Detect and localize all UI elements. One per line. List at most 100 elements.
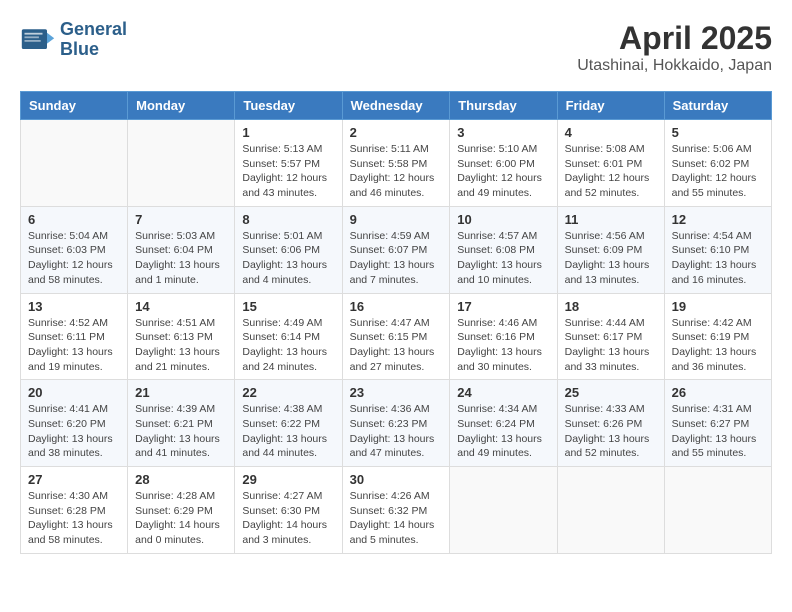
calendar-cell: 8 Sunrise: 5:01 AM Sunset: 6:06 PM Daylig… [235, 206, 342, 293]
calendar-cell: 26 Sunrise: 4:31 AM Sunset: 6:27 PM Dayli… [664, 380, 771, 467]
calendar-table: SundayMondayTuesdayWednesdayThursdayFrid… [20, 91, 772, 554]
day-number: 25 [565, 385, 657, 400]
day-info: Sunrise: 4:42 AM Sunset: 6:19 PM Dayligh… [672, 316, 764, 375]
calendar-week-5: 27 Sunrise: 4:30 AM Sunset: 6:28 PM Dayli… [21, 467, 772, 554]
calendar-cell: 23Sunrise: 4:36 AM Sunset: 6:23 PM Dayli… [342, 380, 450, 467]
day-number: 6 [28, 212, 120, 227]
day-number: 19 [672, 299, 764, 314]
calendar-cell: 3 Sunrise: 5:10 AM Sunset: 6:00 PM Daylig… [450, 120, 557, 207]
calendar-cell: 24 Sunrise: 4:34 AM Sunset: 6:24 PM Dayli… [450, 380, 557, 467]
day-number: 21 [135, 385, 227, 400]
day-number: 22 [242, 385, 334, 400]
calendar-cell [21, 120, 128, 207]
calendar-cell [557, 467, 664, 554]
day-number: 20 [28, 385, 120, 400]
day-info: Sunrise: 4:41 AM Sunset: 6:20 PM Dayligh… [28, 402, 120, 461]
logo-icon [20, 22, 56, 58]
day-info: Sunrise: 4:30 AM Sunset: 6:28 PM Dayligh… [28, 489, 120, 548]
day-info: Sunrise: 4:39 AM Sunset: 6:21 PM Dayligh… [135, 402, 227, 461]
day-number: 8 [242, 212, 334, 227]
day-number: 14 [135, 299, 227, 314]
col-header-friday: Friday [557, 92, 664, 120]
location: Utashinai, Hokkaido, Japan [577, 57, 772, 75]
day-info: Sunrise: 4:54 AM Sunset: 6:10 PM Dayligh… [672, 229, 764, 288]
calendar-week-4: 20 Sunrise: 4:41 AM Sunset: 6:20 PM Dayli… [21, 380, 772, 467]
day-info: Sunrise: 4:38 AM Sunset: 6:22 PM Dayligh… [242, 402, 334, 461]
calendar-cell [450, 467, 557, 554]
day-info: Sunrise: 4:34 AM Sunset: 6:24 PM Dayligh… [457, 402, 549, 461]
calendar-cell: 30Sunrise: 4:26 AM Sunset: 6:32 PM Dayli… [342, 467, 450, 554]
calendar-cell: 6 Sunrise: 5:04 AM Sunset: 6:03 PM Daylig… [21, 206, 128, 293]
calendar-cell: 17 Sunrise: 4:46 AM Sunset: 6:16 PM Dayli… [450, 293, 557, 380]
col-header-monday: Monday [128, 92, 235, 120]
calendar-week-2: 6 Sunrise: 5:04 AM Sunset: 6:03 PM Daylig… [21, 206, 772, 293]
calendar-cell [128, 120, 235, 207]
month-year: April 2025 [577, 20, 772, 57]
day-number: 26 [672, 385, 764, 400]
day-info: Sunrise: 5:11 AM Sunset: 5:58 PM Dayligh… [350, 142, 443, 201]
day-info: Sunrise: 4:57 AM Sunset: 6:08 PM Dayligh… [457, 229, 549, 288]
calendar-cell: 21 Sunrise: 4:39 AM Sunset: 6:21 PM Dayli… [128, 380, 235, 467]
calendar-cell: 18 Sunrise: 4:44 AM Sunset: 6:17 PM Dayli… [557, 293, 664, 380]
day-number: 27 [28, 472, 120, 487]
day-info: Sunrise: 4:46 AM Sunset: 6:16 PM Dayligh… [457, 316, 549, 375]
calendar-header-row: SundayMondayTuesdayWednesdayThursdayFrid… [21, 92, 772, 120]
day-number: 17 [457, 299, 549, 314]
calendar-week-1: 1 Sunrise: 5:13 AM Sunset: 5:57 PM Daylig… [21, 120, 772, 207]
day-number: 24 [457, 385, 549, 400]
day-number: 13 [28, 299, 120, 314]
day-number: 12 [672, 212, 764, 227]
day-info: Sunrise: 5:08 AM Sunset: 6:01 PM Dayligh… [565, 142, 657, 201]
calendar-cell: 20 Sunrise: 4:41 AM Sunset: 6:20 PM Dayli… [21, 380, 128, 467]
calendar-cell: 12 Sunrise: 4:54 AM Sunset: 6:10 PM Dayli… [664, 206, 771, 293]
day-info: Sunrise: 4:59 AM Sunset: 6:07 PM Dayligh… [350, 229, 443, 288]
day-number: 23 [350, 385, 443, 400]
calendar-cell: 27 Sunrise: 4:30 AM Sunset: 6:28 PM Dayli… [21, 467, 128, 554]
calendar-cell: 14Sunrise: 4:51 AM Sunset: 6:13 PM Dayli… [128, 293, 235, 380]
day-info: Sunrise: 4:31 AM Sunset: 6:27 PM Dayligh… [672, 402, 764, 461]
col-header-thursday: Thursday [450, 92, 557, 120]
calendar-cell [664, 467, 771, 554]
day-number: 30 [350, 472, 443, 487]
calendar-cell: 11 Sunrise: 4:56 AM Sunset: 6:09 PM Dayli… [557, 206, 664, 293]
col-header-wednesday: Wednesday [342, 92, 450, 120]
logo-text: General Blue [60, 20, 127, 60]
day-number: 9 [350, 212, 443, 227]
calendar-cell: 16Sunrise: 4:47 AM Sunset: 6:15 PM Dayli… [342, 293, 450, 380]
day-info: Sunrise: 5:06 AM Sunset: 6:02 PM Dayligh… [672, 142, 764, 201]
day-number: 3 [457, 125, 549, 140]
title-block: April 2025 Utashinai, Hokkaido, Japan [577, 20, 772, 75]
day-number: 11 [565, 212, 657, 227]
logo: General Blue [20, 20, 127, 60]
col-header-tuesday: Tuesday [235, 92, 342, 120]
page-header: General Blue April 2025 Utashinai, Hokka… [20, 20, 772, 75]
day-info: Sunrise: 4:27 AM Sunset: 6:30 PM Dayligh… [242, 489, 334, 548]
calendar-cell: 5Sunrise: 5:06 AM Sunset: 6:02 PM Daylig… [664, 120, 771, 207]
col-header-saturday: Saturday [664, 92, 771, 120]
calendar-cell: 19 Sunrise: 4:42 AM Sunset: 6:19 PM Dayli… [664, 293, 771, 380]
calendar-cell: 4 Sunrise: 5:08 AM Sunset: 6:01 PM Daylig… [557, 120, 664, 207]
day-info: Sunrise: 5:04 AM Sunset: 6:03 PM Dayligh… [28, 229, 120, 288]
day-info: Sunrise: 4:44 AM Sunset: 6:17 PM Dayligh… [565, 316, 657, 375]
day-info: Sunrise: 5:01 AM Sunset: 6:06 PM Dayligh… [242, 229, 334, 288]
day-info: Sunrise: 4:28 AM Sunset: 6:29 PM Dayligh… [135, 489, 227, 548]
day-number: 28 [135, 472, 227, 487]
calendar-cell: 2Sunrise: 5:11 AM Sunset: 5:58 PM Daylig… [342, 120, 450, 207]
calendar-cell: 7Sunrise: 5:03 AM Sunset: 6:04 PM Daylig… [128, 206, 235, 293]
calendar-cell: 22 Sunrise: 4:38 AM Sunset: 6:22 PM Dayli… [235, 380, 342, 467]
col-header-sunday: Sunday [21, 92, 128, 120]
calendar-cell: 29 Sunrise: 4:27 AM Sunset: 6:30 PM Dayli… [235, 467, 342, 554]
day-number: 16 [350, 299, 443, 314]
day-info: Sunrise: 5:13 AM Sunset: 5:57 PM Dayligh… [242, 142, 334, 201]
day-info: Sunrise: 5:10 AM Sunset: 6:00 PM Dayligh… [457, 142, 549, 201]
day-number: 18 [565, 299, 657, 314]
calendar-cell: 28 Sunrise: 4:28 AM Sunset: 6:29 PM Dayli… [128, 467, 235, 554]
day-number: 4 [565, 125, 657, 140]
day-number: 15 [242, 299, 334, 314]
day-info: Sunrise: 4:33 AM Sunset: 6:26 PM Dayligh… [565, 402, 657, 461]
day-info: Sunrise: 4:49 AM Sunset: 6:14 PM Dayligh… [242, 316, 334, 375]
day-number: 29 [242, 472, 334, 487]
day-number: 1 [242, 125, 334, 140]
day-info: Sunrise: 4:56 AM Sunset: 6:09 PM Dayligh… [565, 229, 657, 288]
day-info: Sunrise: 5:03 AM Sunset: 6:04 PM Dayligh… [135, 229, 227, 288]
